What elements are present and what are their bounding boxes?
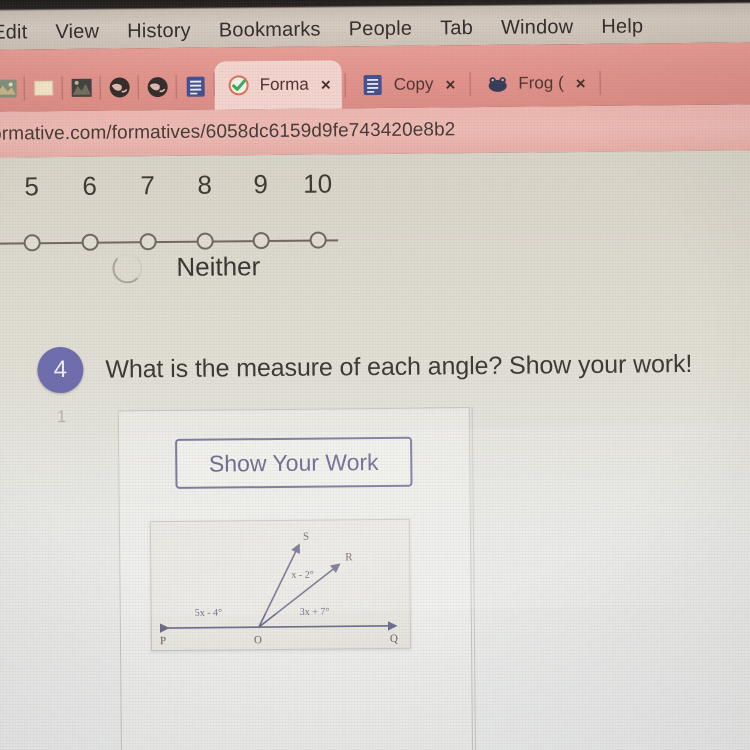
- globe-icon: [108, 75, 132, 99]
- tab-formative-title: Forma: [259, 74, 309, 95]
- tab-formative[interactable]: Forma ×: [214, 60, 342, 110]
- menu-item-people[interactable]: People: [349, 18, 413, 42]
- address-bar-url[interactable]: ormative.com/formatives/6058dc6159d9fe74…: [0, 119, 455, 146]
- menu-item-edit[interactable]: Edit: [0, 21, 28, 44]
- number-line-tick-10: 10: [303, 168, 333, 199]
- figure-angle-label-SOR: x - 2°: [291, 570, 313, 581]
- frog-icon: [485, 72, 509, 96]
- number-line-tick-8: 8: [197, 169, 212, 200]
- menu-item-view[interactable]: View: [55, 21, 99, 44]
- answer-card: Show Your Work P O Q S R 5x - 4° x - 2° …: [117, 407, 474, 750]
- number-line-point-6[interactable]: [81, 233, 99, 251]
- tab-divider: [344, 73, 346, 98]
- number-line-point-8[interactable]: [196, 232, 214, 250]
- image-thumbnail-icon: [0, 76, 18, 100]
- figure-angle-label-ROQ: 3x + 7°: [300, 606, 330, 617]
- pinned-tab-6[interactable]: [176, 64, 214, 110]
- number-line-axis: [0, 239, 339, 245]
- macos-menu-bar: Edit View History Bookmarks People Tab W…: [0, 0, 750, 50]
- figure-angle-label-POS: 5x - 4°: [195, 608, 222, 619]
- tab-close-icon[interactable]: ×: [442, 74, 458, 95]
- response-index-label: 1: [56, 406, 67, 427]
- number-line-widget[interactable]: 5 6 7 8 9 10: [0, 168, 346, 261]
- choice-neither-label: Neither: [176, 251, 261, 282]
- choice-neither[interactable]: Neither: [112, 251, 261, 284]
- pinned-tab-5[interactable]: [138, 64, 176, 110]
- tab-frog-title: Frog (: [518, 73, 564, 93]
- number-line-labels: 5 6 7 8 9 10: [0, 168, 346, 207]
- show-your-work-button[interactable]: Show Your Work: [175, 436, 413, 489]
- figure-point-R: R: [345, 551, 353, 563]
- pinned-tab-4[interactable]: [100, 64, 138, 110]
- number-line-point-7[interactable]: [139, 233, 157, 251]
- number-line-point-10[interactable]: [309, 231, 327, 249]
- screenshot-root: Edit View History Bookmarks People Tab W…: [0, 0, 750, 750]
- google-docs-icon: [184, 75, 208, 99]
- figure-point-S: S: [303, 531, 309, 543]
- question-prompt-text: What is the measure of each angle? Show …: [105, 349, 693, 384]
- angle-diagram-svg: P O Q S R 5x - 4° x - 2° 3x + 7°: [159, 531, 398, 647]
- tab-copy-title: Copy: [393, 74, 434, 94]
- pinned-tab-1[interactable]: [0, 65, 25, 111]
- globe-icon: [146, 75, 170, 99]
- menu-item-history[interactable]: History: [127, 20, 191, 44]
- formative-check-icon: [227, 73, 251, 97]
- number-line-point-5[interactable]: [23, 234, 41, 252]
- question-4-header: 4 What is the measure of each angle? Sho…: [37, 341, 693, 394]
- menu-item-window[interactable]: Window: [501, 16, 574, 40]
- question-number-badge: 4: [37, 346, 84, 394]
- tab-divider: [469, 72, 471, 97]
- dark-photo-icon: [70, 76, 94, 100]
- number-line-tick-9: 9: [253, 169, 268, 200]
- menu-item-tab[interactable]: Tab: [440, 17, 473, 40]
- formative-page-content: 5 6 7 8 9 10 Neither 4 What is the measu…: [0, 150, 750, 750]
- number-line-tick-5: 5: [24, 171, 39, 202]
- tab-frog[interactable]: Frog ( ×: [473, 60, 597, 107]
- figure-point-Q: Q: [390, 633, 398, 645]
- figure-point-O: O: [254, 634, 262, 646]
- google-docs-icon: [361, 73, 385, 97]
- radio-button-icon[interactable]: [112, 252, 143, 284]
- blank-page-icon: [32, 76, 56, 100]
- number-line-point-9[interactable]: [252, 232, 270, 250]
- menu-item-help[interactable]: Help: [601, 15, 643, 38]
- pinned-tab-2[interactable]: [24, 65, 62, 111]
- menu-item-bookmarks[interactable]: Bookmarks: [219, 19, 321, 43]
- tab-copy[interactable]: Copy ×: [349, 61, 467, 108]
- number-line-tick-7: 7: [140, 170, 155, 201]
- angle-diagram-figure: P O Q S R 5x - 4° x - 2° 3x + 7°: [149, 518, 412, 652]
- browser-tab-strip: Forma × Copy × Frog (×: [0, 42, 750, 112]
- tab-close-icon[interactable]: ×: [573, 72, 589, 93]
- pinned-tab-3[interactable]: [62, 65, 100, 111]
- tab-close-icon[interactable]: ×: [318, 74, 334, 95]
- tab-divider: [599, 70, 601, 95]
- number-line-tick-6: 6: [82, 170, 97, 201]
- figure-point-P: P: [160, 635, 166, 647]
- screen-content: Edit View History Bookmarks People Tab W…: [0, 0, 750, 750]
